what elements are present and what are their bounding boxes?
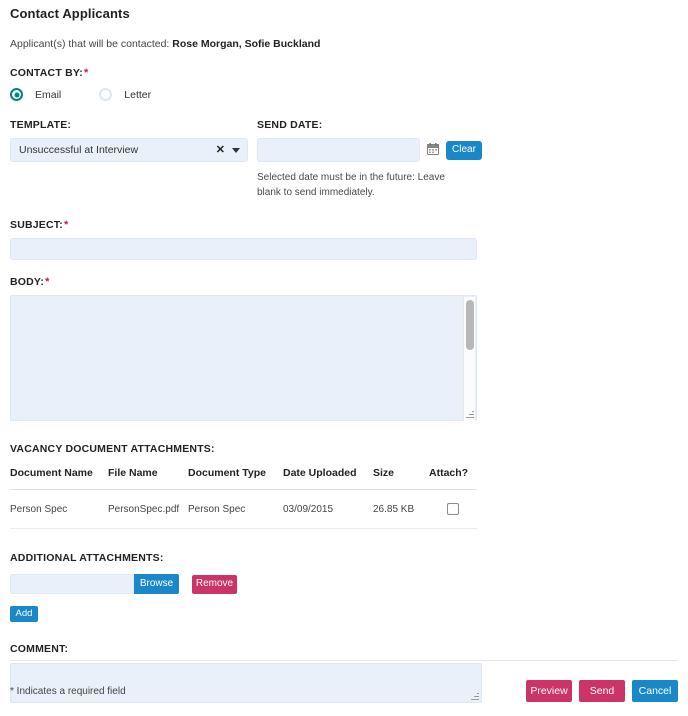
- send-date-row: Clear: [257, 138, 495, 162]
- column-header-size: Size: [373, 467, 429, 490]
- footer-divider: [10, 660, 678, 661]
- column-header-attach: Attach?: [429, 467, 477, 490]
- template-label: TEMPLATE:: [10, 119, 72, 131]
- applicants-summary: Applicant(s) that will be contacted: Ros…: [10, 38, 678, 50]
- template-field: TEMPLATE: Unsuccessful at Interview ✕: [10, 119, 248, 200]
- clear-selection-icon[interactable]: ✕: [216, 144, 225, 156]
- additional-attachments-row: Browse Remove: [10, 574, 678, 594]
- contact-by-required-marker: *: [83, 67, 89, 79]
- attachment-file-input[interactable]: [10, 574, 134, 594]
- applicants-names: Rose Morgan, Sofie Buckland: [172, 38, 321, 50]
- vacancy-documents-table: Document Name File Name Document Type Da…: [10, 467, 477, 529]
- column-header-document-name: Document Name: [10, 467, 108, 490]
- contact-by-label-text: CONTACT BY:: [10, 67, 83, 79]
- radio-label-email: Email: [35, 88, 62, 101]
- clear-date-button[interactable]: Clear: [446, 140, 482, 160]
- table-body: Person Spec PersonSpec.pdf Person Spec 0…: [10, 489, 477, 529]
- cancel-button[interactable]: Cancel: [632, 680, 678, 702]
- calendar-icon[interactable]: [427, 142, 439, 158]
- body-required-marker: *: [45, 276, 50, 288]
- table-row: Person Spec PersonSpec.pdf Person Spec 0…: [10, 489, 477, 529]
- column-header-document-type: Document Type: [188, 467, 283, 490]
- body-resize-handle[interactable]: [465, 410, 474, 419]
- body-field: BODY:*: [10, 276, 678, 421]
- radio-unselected-icon[interactable]: [99, 88, 113, 101]
- template-selected-value: Unsuccessful at Interview: [19, 144, 139, 156]
- body-label-text: BODY:: [10, 276, 45, 288]
- cell-date-uploaded: 03/09/2015: [283, 489, 373, 529]
- remove-button[interactable]: Remove: [192, 574, 237, 594]
- body-scrollbar-thumb[interactable]: [466, 300, 474, 350]
- table-head: Document Name File Name Document Type Da…: [10, 467, 477, 490]
- subject-label-text: SUBJECT:: [10, 219, 63, 231]
- comment-label: COMMENT:: [10, 643, 69, 655]
- footer-buttons: Preview Send Cancel: [519, 680, 678, 702]
- vacancy-documents-section: VACANCY DOCUMENT ATTACHMENTS: Document N…: [10, 443, 678, 529]
- contact-by-radio-group: Email Letter: [10, 88, 678, 101]
- required-field-note: * Indicates a required field: [10, 685, 126, 697]
- page-title: Contact Applicants: [10, 6, 130, 21]
- subject-required-marker: *: [63, 219, 69, 231]
- browse-button[interactable]: Browse: [134, 574, 179, 594]
- radio-option-letter[interactable]: Letter: [99, 88, 151, 101]
- radio-label-letter: Letter: [124, 88, 152, 101]
- cell-size: 26.85 KB: [373, 489, 429, 529]
- body-scrollbar[interactable]: [463, 297, 475, 421]
- preview-button[interactable]: Preview: [526, 680, 572, 702]
- body-label: BODY:*: [10, 276, 678, 288]
- additional-attachments-section: ADDITIONAL ATTACHMENTS: Browse Remove Ad…: [10, 552, 678, 622]
- template-select[interactable]: Unsuccessful at Interview ✕: [10, 138, 248, 162]
- send-date-input[interactable]: [257, 138, 420, 162]
- cell-attach: [429, 489, 477, 529]
- column-header-file-name: File Name: [108, 467, 188, 490]
- body-textarea[interactable]: [10, 295, 477, 421]
- form-content: Contact Applicants Applicant(s) that wil…: [0, 0, 688, 703]
- cell-document-type: Person Spec: [188, 489, 283, 529]
- radio-selected-icon[interactable]: [10, 88, 23, 101]
- column-header-date-uploaded: Date Uploaded: [283, 467, 373, 490]
- chevron-down-icon[interactable]: [232, 147, 240, 153]
- contact-applicants-page: Contact Applicants Applicant(s) that wil…: [0, 0, 688, 716]
- template-senddate-row: TEMPLATE: Unsuccessful at Interview ✕ SE…: [10, 119, 678, 200]
- footer-bar: * Indicates a required field Preview Sen…: [10, 680, 678, 702]
- subject-field: SUBJECT:*: [10, 219, 678, 260]
- add-attachment-button[interactable]: Add: [10, 606, 38, 622]
- contact-by-label: CONTACT BY:*: [10, 67, 678, 79]
- subject-label: SUBJECT:*: [10, 219, 678, 231]
- send-date-field: SEND DATE: Clear Selected date must be i…: [257, 119, 495, 200]
- table-header-row: Document Name File Name Document Type Da…: [10, 467, 477, 490]
- send-date-label: SEND DATE:: [257, 119, 323, 131]
- additional-attachments-label: ADDITIONAL ATTACHMENTS:: [10, 552, 164, 564]
- send-date-hint: Selected date must be in the future: Lea…: [257, 172, 445, 198]
- subject-input[interactable]: [10, 238, 477, 260]
- applicants-prefix: Applicant(s) that will be contacted:: [10, 38, 173, 50]
- cell-document-name: Person Spec: [10, 489, 108, 529]
- vacancy-documents-label: VACANCY DOCUMENT ATTACHMENTS:: [10, 443, 215, 455]
- cell-file-name: PersonSpec.pdf: [108, 489, 188, 529]
- radio-option-email[interactable]: Email: [10, 88, 61, 101]
- attach-checkbox[interactable]: [447, 503, 459, 515]
- send-button[interactable]: Send: [579, 680, 625, 702]
